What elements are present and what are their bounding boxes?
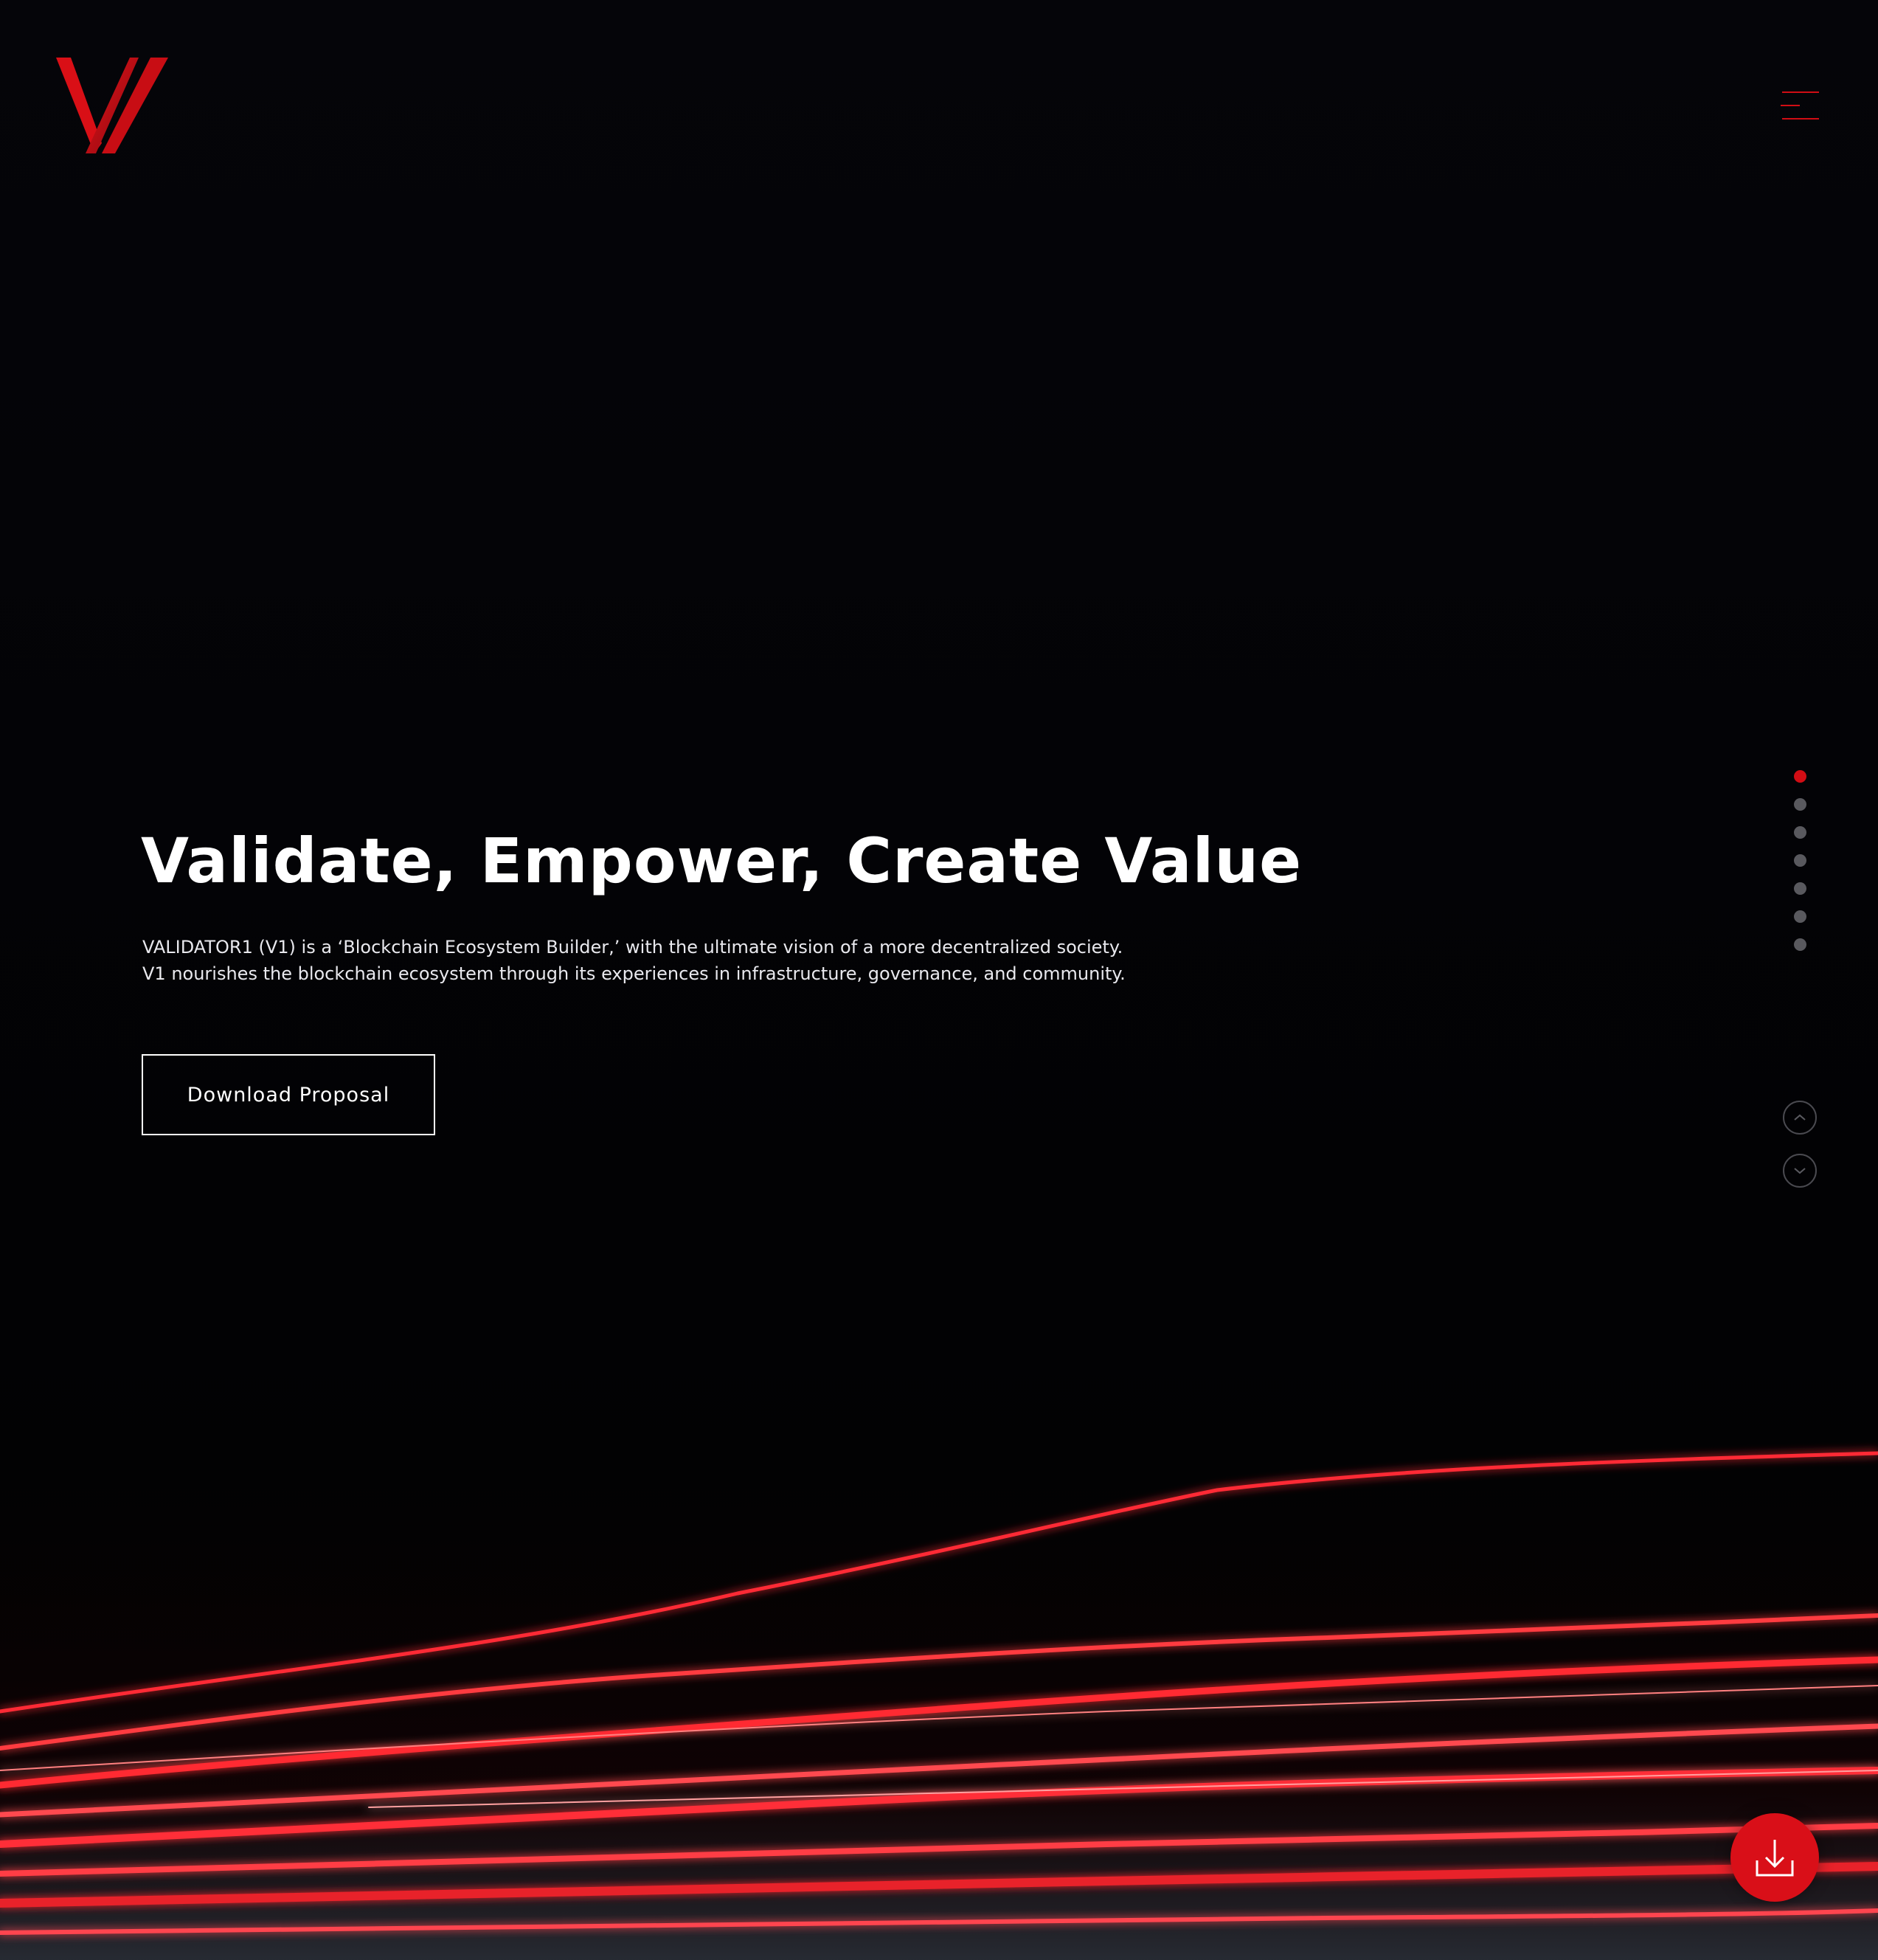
menu-line-middle	[1781, 105, 1800, 106]
light-trails-background	[0, 1402, 1878, 1960]
download-icon	[1756, 1840, 1794, 1877]
pager-dot-2[interactable]	[1794, 798, 1806, 811]
hero-description-line2: V1 nourishes the blockchain ecosystem th…	[142, 963, 1126, 984]
v-logo-icon[interactable]	[56, 56, 170, 155]
page: Validate, Empower, Create Value VALIDATO…	[0, 0, 1878, 1960]
download-proposal-button[interactable]: Download Proposal	[142, 1054, 435, 1135]
menu-line-top	[1782, 91, 1819, 93]
menu-line-bottom	[1782, 118, 1819, 120]
pager-dot-6[interactable]	[1794, 910, 1806, 923]
pager-dot-7[interactable]	[1794, 938, 1806, 951]
pager-dot-3[interactable]	[1794, 826, 1806, 839]
hero-description: VALIDATOR1 (V1) is a ‘Blockchain Ecosyst…	[142, 934, 1126, 987]
chevron-down-icon	[1794, 1168, 1806, 1174]
hero-description-line1: VALIDATOR1 (V1) is a ‘Blockchain Ecosyst…	[142, 937, 1123, 958]
pager-dot-4[interactable]	[1794, 854, 1806, 867]
chevron-up-icon	[1794, 1114, 1806, 1121]
pager-dot-1[interactable]	[1794, 770, 1806, 783]
section-pager	[1794, 770, 1809, 966]
hero-title: Validate, Empower, Create Value	[141, 825, 1303, 897]
hamburger-menu-icon[interactable]	[1779, 87, 1819, 124]
scroll-up-button[interactable]	[1783, 1101, 1817, 1135]
scroll-down-button[interactable]	[1783, 1154, 1817, 1188]
pager-dot-5[interactable]	[1794, 882, 1806, 895]
floating-download-button[interactable]	[1730, 1813, 1819, 1902]
